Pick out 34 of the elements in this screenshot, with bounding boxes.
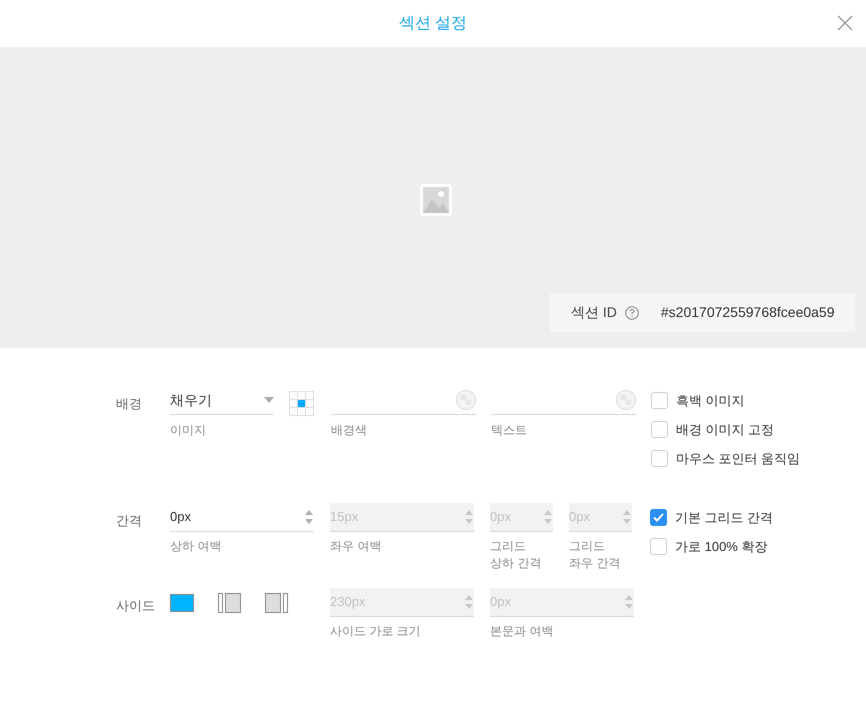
- checkbox[interactable]: [651, 450, 668, 467]
- checkbox[interactable]: [650, 509, 667, 526]
- field-caption: 본문과 여백: [490, 623, 554, 640]
- checkmark-icon: [653, 513, 664, 522]
- dialog-title: 섹션 설정: [398, 14, 468, 34]
- checkbox[interactable]: [650, 538, 667, 555]
- section-id-label: 섹션 ID: [571, 303, 617, 322]
- field-caption: 좌우 여백: [330, 538, 382, 555]
- checkbox-label: 가로 100% 확장: [675, 538, 768, 556]
- field-caption: 그리드 좌우 간격: [569, 538, 622, 572]
- row-label: 사이드: [116, 598, 155, 613]
- row-label: 배경: [116, 396, 142, 411]
- fill-mode-dropdown[interactable]: 채우기: [170, 386, 274, 415]
- field-caption: 텍스트: [491, 422, 528, 439]
- row-label: 간격: [116, 513, 142, 528]
- checkbox-label: 흑백 이미지: [676, 392, 745, 410]
- transparent-swatch-icon[interactable]: [456, 390, 476, 410]
- help-icon[interactable]: [624, 306, 639, 320]
- section-id-value: #s2017072559768fcee0a59: [660, 303, 835, 322]
- field-caption: 사이드 가로 크기: [330, 623, 422, 640]
- close-icon[interactable]: [837, 15, 853, 31]
- transparent-swatch-icon[interactable]: [616, 390, 636, 410]
- position-grid-icon[interactable]: [289, 391, 314, 416]
- checkbox[interactable]: [651, 392, 668, 409]
- checkbox-label: 마우스 포인터 움직임: [676, 450, 800, 468]
- field-caption: 배경색: [331, 422, 368, 439]
- field-caption: 상하 여백: [170, 538, 222, 555]
- checkbox-label: 기본 그리드 간격: [675, 508, 774, 527]
- checkbox[interactable]: [651, 421, 668, 438]
- checkbox-label: 배경 이미지 고정: [676, 420, 774, 439]
- dropdown-caret-icon: [264, 397, 274, 403]
- field-caption: 이미지: [170, 422, 207, 439]
- field-caption: 그리드 상하 간격: [490, 538, 542, 572]
- stepper-arrows-icon[interactable]: [304, 509, 314, 525]
